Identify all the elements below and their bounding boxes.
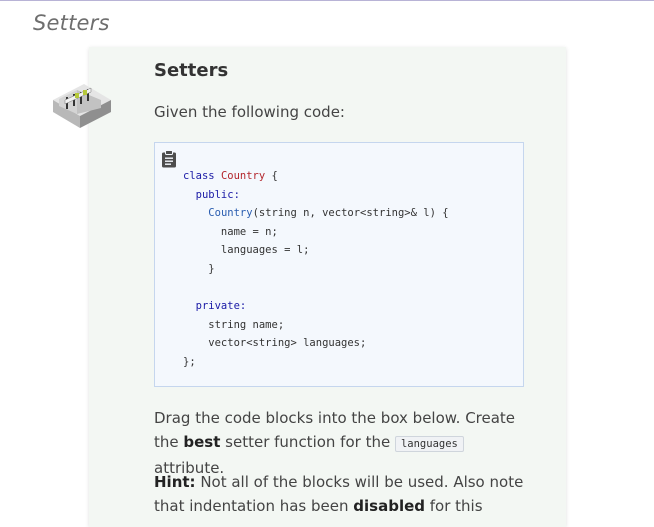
drag-bold: best: [183, 433, 221, 451]
code-token: class: [183, 170, 221, 182]
code-token: string name;: [183, 318, 285, 331]
drag-text-2: setter function for the: [220, 433, 395, 451]
code-token: (string n, vector<string>& l) {: [252, 207, 449, 220]
hint-text: Hint: Not all of the blocks will be used…: [154, 470, 534, 518]
drag-instructions: Drag the code blocks into the box below.…: [154, 406, 534, 480]
code-text: class Country { public: Country(string n…: [183, 167, 449, 372]
intro-text: Given the following code:: [154, 103, 345, 121]
hint-label: Hint:: [154, 473, 196, 491]
code-token: Country: [208, 207, 253, 220]
code-block: class Country { public: Country(string n…: [154, 142, 524, 387]
codio-building-logo: [53, 84, 111, 128]
code-line: string name;: [183, 319, 284, 331]
hint-text-2: for this: [425, 497, 483, 515]
card-title: Setters: [154, 60, 229, 81]
code-line: public:: [183, 189, 240, 201]
code-token: };: [183, 355, 196, 368]
code-token: private:: [183, 300, 247, 313]
code-line: Country(string n, vector<string>& l) {: [183, 207, 449, 220]
inline-code-languages: languages: [394, 436, 464, 452]
code-token: vector<string> languages;: [183, 337, 367, 350]
code-line: }: [183, 262, 215, 275]
code-token: Country: [220, 170, 266, 182]
code-token: {: [265, 170, 278, 182]
top-divider: [0, 0, 654, 1]
code-token: languages = l;: [183, 244, 310, 257]
page-title: Setters: [33, 11, 110, 35]
code-line: };: [183, 356, 196, 368]
code-line: vector<string> languages;: [183, 337, 366, 349]
hint-bold: disabled: [353, 497, 425, 515]
code-token: public:: [183, 188, 240, 201]
code-line: languages = l;: [183, 244, 310, 257]
code-line: private:: [183, 300, 247, 313]
code-line: class Country {: [183, 170, 278, 182]
code-line: name = n;: [183, 226, 278, 238]
code-token: name = n;: [183, 225, 278, 238]
code-token: }: [183, 262, 215, 275]
clipboard-icon[interactable]: [161, 150, 177, 168]
